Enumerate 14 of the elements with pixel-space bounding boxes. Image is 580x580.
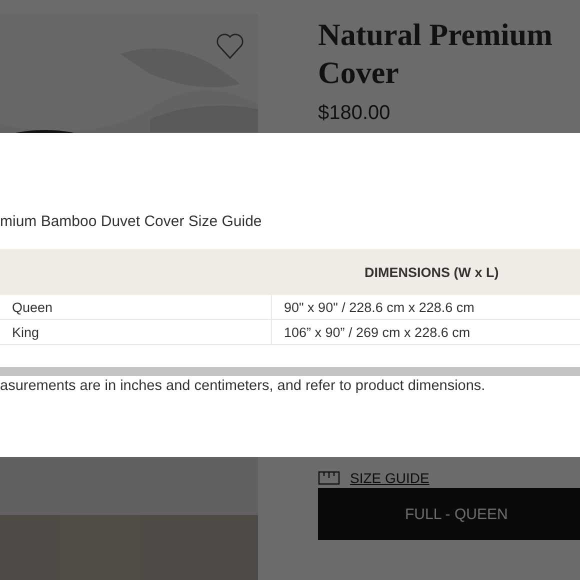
table-cell: 90" x 90" / 228.6 cm x 228.6 cm (272, 295, 580, 320)
scrollbar[interactable] (0, 367, 580, 376)
product-title: Natural Premium Cover (318, 16, 554, 92)
price: $180.00 (318, 102, 392, 125)
modal-title: mium Bamboo Duvet Cover Size Guide (0, 213, 263, 230)
ruler-icon (318, 471, 340, 485)
heart-icon[interactable] (215, 32, 245, 60)
table-cell: King (0, 320, 272, 344)
size-guide-link[interactable]: SIZE GUIDE (350, 470, 430, 486)
column-header: DIMENSIONS (W x L) (272, 249, 580, 295)
table-cell: Queen (0, 295, 272, 320)
size-button[interactable]: FULL - QUEEN (318, 488, 580, 540)
table-cell: 106” x 90” / 269 cm x 228.6 cm (272, 320, 580, 344)
note-text: asurements are in inches and centimeters, and refer to product dimensions. (0, 378, 486, 394)
